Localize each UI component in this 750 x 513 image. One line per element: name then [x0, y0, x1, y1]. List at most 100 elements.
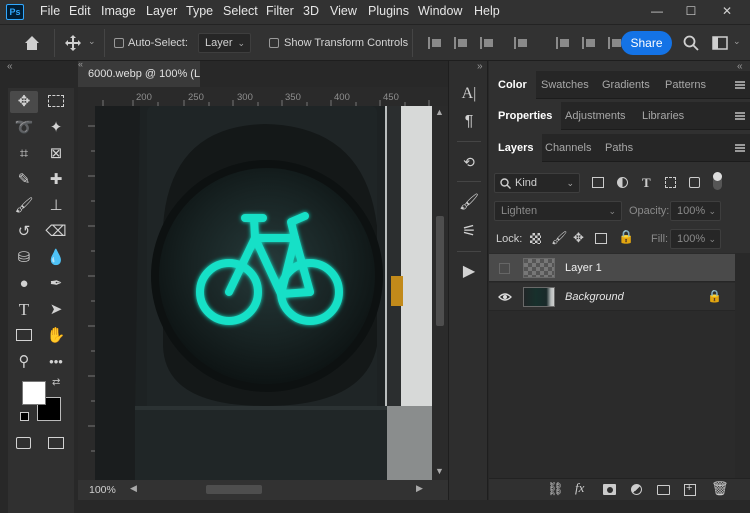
scroll-right-icon[interactable]: ▶ — [416, 483, 423, 494]
chevron-down-icon[interactable]: ⌄ — [733, 36, 741, 47]
tab-layers[interactable]: Layers — [489, 134, 543, 162]
menu-type[interactable]: Type — [186, 4, 213, 18]
delete-layer-icon[interactable]: 🗑 — [711, 480, 729, 497]
more-tools-icon[interactable]: ••• — [42, 351, 70, 373]
menu-filter[interactable]: Filter — [266, 4, 294, 18]
auto-select-checkbox[interactable] — [114, 38, 124, 48]
chevron-down-icon[interactable]: ⌄ — [88, 36, 96, 47]
maximize-button[interactable]: ☐ — [674, 0, 708, 22]
opacity-field[interactable]: 100% ⌄ — [670, 201, 721, 221]
screen-mode-icon[interactable] — [48, 437, 64, 449]
history-panel-icon[interactable]: ⟲ — [458, 151, 480, 173]
lock-artboard-icon[interactable] — [595, 233, 607, 244]
layer-row-layer-1[interactable]: Layer 1 — [489, 254, 735, 282]
type-tool-icon[interactable]: T — [10, 299, 38, 321]
align-bottom-edges-icon[interactable] — [608, 37, 622, 49]
panel-menu-icon[interactable] — [735, 81, 745, 89]
scroll-down-icon[interactable]: ▼ — [435, 466, 444, 476]
healing-brush-tool-icon[interactable]: ✚ — [42, 169, 70, 191]
align-vertical-centers-icon[interactable] — [582, 37, 596, 49]
filter-shape-layers-icon[interactable] — [665, 177, 676, 188]
menu-plugins[interactable]: Plugins — [368, 4, 409, 18]
menu-file[interactable]: File — [40, 4, 60, 18]
dodge-tool-icon[interactable]: ● — [10, 273, 38, 295]
tab-properties[interactable]: Properties — [489, 102, 562, 130]
layers-scrollbar[interactable] — [735, 253, 750, 478]
tab-color[interactable]: Color — [489, 71, 536, 99]
menu-layer[interactable]: Layer — [146, 4, 177, 18]
distribute-horizontally-icon[interactable] — [514, 37, 528, 49]
eye-icon[interactable] — [498, 292, 512, 302]
lock-transparent-pixels-icon[interactable] — [530, 233, 541, 244]
document-canvas[interactable] — [95, 106, 432, 480]
tab-adjustments[interactable]: Adjustments — [556, 102, 635, 130]
move-tool-icon[interactable] — [64, 34, 82, 52]
character-panel-icon[interactable]: A| — [458, 83, 480, 105]
tab-patterns[interactable]: Patterns — [656, 71, 715, 99]
new-group-icon[interactable] — [657, 485, 670, 495]
history-brush-tool-icon[interactable]: ↺ — [10, 221, 38, 243]
tab-libraries[interactable]: Libraries — [633, 102, 693, 130]
align-left-edges-icon[interactable] — [428, 37, 442, 49]
clone-stamp-tool-icon[interactable]: ⊥ — [42, 195, 70, 217]
align-horizontal-centers-icon[interactable] — [454, 37, 468, 49]
lasso-tool-icon[interactable]: ➰ — [10, 117, 38, 139]
filter-adjustment-layers-icon[interactable] — [617, 177, 628, 188]
menu-help[interactable]: Help — [474, 4, 500, 18]
menu-image[interactable]: Image — [101, 4, 136, 18]
fill-field[interactable]: 100% ⌄ — [670, 229, 721, 249]
eraser-tool-icon[interactable]: ⌫ — [42, 221, 70, 243]
lock-position-icon[interactable]: ✥ — [573, 230, 584, 246]
new-layer-icon[interactable]: + — [684, 482, 696, 496]
rectangle-tool-icon[interactable] — [16, 329, 32, 341]
search-icon[interactable] — [683, 35, 699, 51]
adjustment-layer-icon[interactable] — [631, 484, 642, 495]
zoom-tool-icon[interactable]: ⚲ — [10, 351, 38, 373]
eyedropper-tool-icon[interactable]: ✎ — [10, 169, 38, 191]
menu-view[interactable]: View — [330, 4, 357, 18]
home-icon[interactable] — [23, 35, 41, 51]
collapse-icon[interactable]: » — [477, 61, 483, 72]
filter-smart-objects-icon[interactable] — [689, 177, 700, 188]
panel-menu-icon[interactable] — [735, 112, 745, 120]
visibility-toggle-empty[interactable] — [499, 263, 510, 274]
tab-channels[interactable]: Channels — [536, 134, 600, 162]
scrollbar-thumb[interactable] — [436, 216, 444, 326]
move-tool-icon[interactable]: ✥ — [10, 91, 38, 113]
brush-tool-icon[interactable]: 🖌 — [10, 195, 38, 217]
collapse-panel-icon[interactable]: « — [7, 61, 13, 72]
menu-3d[interactable]: 3D — [303, 4, 319, 18]
panel-menu-icon[interactable] — [735, 144, 745, 152]
scroll-up-icon[interactable]: ▲ — [435, 107, 444, 117]
filter-toggle-switch[interactable] — [713, 172, 722, 190]
workspace-icon[interactable] — [712, 36, 728, 50]
layer-row-background[interactable]: Background 🔒 — [489, 283, 735, 311]
filter-pixel-layers-icon[interactable] — [592, 177, 604, 188]
transform-controls-checkbox[interactable] — [269, 38, 279, 48]
tab-swatches[interactable]: Swatches — [532, 71, 598, 99]
brush-settings-icon[interactable]: ⚟ — [458, 221, 480, 243]
swap-colors-icon[interactable]: ⇄ — [52, 377, 60, 388]
layer-name[interactable]: Layer 1 — [565, 262, 602, 274]
quick-mask-icon[interactable] — [16, 437, 31, 449]
paint-bucket-tool-icon[interactable]: ⛁ — [10, 247, 38, 269]
actions-panel-icon[interactable]: ▶ — [458, 261, 480, 283]
menu-edit[interactable]: Edit — [69, 4, 91, 18]
path-selection-tool-icon[interactable]: ➤ — [42, 299, 70, 321]
default-colors-icon[interactable] — [20, 412, 29, 421]
horizontal-scrollbar-thumb[interactable] — [206, 485, 262, 494]
auto-select-dropdown[interactable]: Layer ⌄ — [198, 33, 251, 53]
paragraph-panel-icon[interactable]: ¶ — [458, 111, 480, 133]
tab-gradients[interactable]: Gradients — [593, 71, 659, 99]
tab-paths[interactable]: Paths — [596, 134, 642, 162]
brushes-panel-icon[interactable]: 🖌 — [458, 192, 480, 214]
lock-all-icon[interactable]: 🔒 — [618, 229, 634, 245]
lock-image-pixels-icon[interactable]: 🖌 — [551, 230, 568, 246]
scroll-left-icon[interactable]: ◀ — [130, 483, 137, 494]
magic-wand-tool-icon[interactable]: ✦ — [42, 117, 70, 139]
frame-tool-icon[interactable]: ⊠ — [42, 143, 70, 165]
link-layers-icon[interactable]: ⛓ — [547, 481, 564, 497]
layer-name[interactable]: Background — [565, 291, 624, 303]
align-right-edges-icon[interactable] — [480, 37, 494, 49]
marquee-tool-icon[interactable] — [48, 95, 64, 107]
